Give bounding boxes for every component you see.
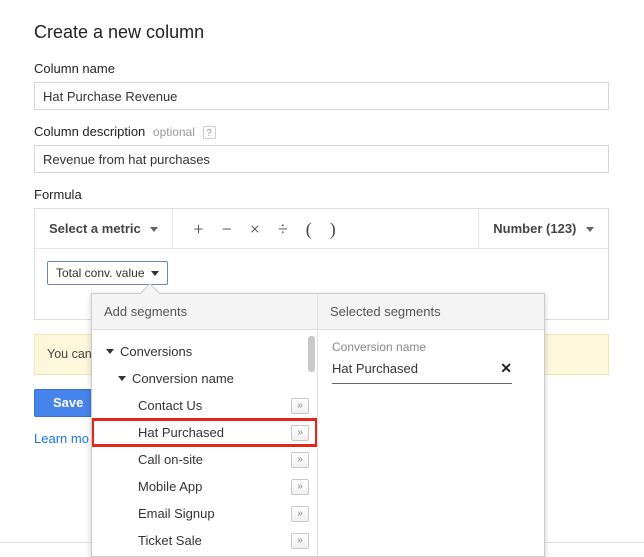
tree-group-label: Conversion name bbox=[132, 371, 234, 386]
caret-down-icon bbox=[151, 271, 159, 276]
expand-icon bbox=[118, 376, 126, 381]
op-times[interactable]: × bbox=[250, 220, 260, 238]
scrollbar[interactable] bbox=[308, 336, 315, 372]
formula-box: Select a metric + − × ÷ ( ) Number (123) bbox=[34, 208, 609, 320]
tree-root-label: Conversions bbox=[120, 344, 192, 359]
column-desc-label: Column description optional ? bbox=[34, 124, 612, 139]
add-segment-button[interactable]: » bbox=[291, 506, 309, 522]
column-name-input[interactable] bbox=[34, 82, 609, 110]
page-title: Create a new column bbox=[34, 22, 612, 43]
formula-body[interactable]: Total conv. value Add segments Conversio… bbox=[35, 249, 608, 319]
formula-label: Formula bbox=[34, 187, 612, 202]
column-desc-label-text: Column description bbox=[34, 124, 145, 139]
op-lparen[interactable]: ( bbox=[306, 220, 312, 238]
caret-down-icon bbox=[586, 227, 594, 232]
op-rparen[interactable]: ) bbox=[330, 220, 336, 238]
column-desc-input[interactable] bbox=[34, 145, 609, 173]
tree-item-label: Hat Purchased bbox=[138, 425, 224, 440]
add-segment-button[interactable]: » bbox=[291, 533, 309, 549]
add-segments-header: Add segments bbox=[92, 294, 317, 330]
add-segment-button[interactable]: » bbox=[291, 479, 309, 495]
expand-icon bbox=[106, 349, 114, 354]
segments-popover: Add segments Conversions Conversion name… bbox=[91, 293, 545, 557]
tree-item-mobile-app[interactable]: Mobile App » bbox=[92, 473, 317, 500]
tree-item-email-signup[interactable]: Email Signup » bbox=[92, 500, 317, 527]
column-name-label: Column name bbox=[34, 61, 612, 76]
tree-item-label: Contact Us bbox=[138, 398, 202, 413]
selected-label: Conversion name bbox=[332, 340, 530, 354]
segments-tree: Conversions Conversion name Contact Us »… bbox=[92, 330, 317, 556]
select-metric-label: Select a metric bbox=[49, 221, 141, 236]
op-divide[interactable]: ÷ bbox=[278, 220, 288, 238]
tree-item-contact-us[interactable]: Contact Us » bbox=[92, 392, 317, 419]
tree-root-conversions[interactable]: Conversions bbox=[92, 338, 317, 365]
metric-chip[interactable]: Total conv. value bbox=[47, 261, 168, 285]
metric-chip-label: Total conv. value bbox=[56, 266, 145, 280]
help-icon[interactable]: ? bbox=[203, 126, 216, 139]
tree-group-conversion-name[interactable]: Conversion name bbox=[92, 365, 317, 392]
format-dropdown[interactable]: Number (123) bbox=[493, 221, 594, 236]
add-segment-button[interactable]: » bbox=[291, 398, 309, 414]
tree-item-ticket-sale[interactable]: Ticket Sale » bbox=[92, 527, 317, 554]
select-metric-dropdown[interactable]: Select a metric bbox=[49, 221, 158, 236]
tree-item-label: Mobile App bbox=[138, 479, 202, 494]
tree-item-hat-purchased[interactable]: Hat Purchased » bbox=[92, 419, 317, 446]
optional-text: optional bbox=[153, 125, 195, 139]
tree-item-label: Call on-site bbox=[138, 452, 203, 467]
remove-segment-button[interactable]: ✕ bbox=[500, 360, 512, 377]
tree-item-label: Ticket Sale bbox=[138, 533, 202, 548]
format-label: Number (123) bbox=[493, 221, 576, 236]
selected-segment-row: Hat Purchased ✕ bbox=[332, 356, 512, 384]
op-plus[interactable]: + bbox=[193, 220, 203, 238]
op-minus[interactable]: − bbox=[222, 220, 232, 238]
formula-toolbar: Select a metric + − × ÷ ( ) Number (123) bbox=[35, 209, 608, 249]
selected-segment-value: Hat Purchased bbox=[332, 361, 418, 376]
tree-item-label: Email Signup bbox=[138, 506, 215, 521]
tree-item-call-on-site[interactable]: Call on-site » bbox=[92, 446, 317, 473]
add-segment-button[interactable]: » bbox=[291, 425, 309, 441]
selected-segments-header: Selected segments bbox=[318, 294, 544, 330]
add-segment-button[interactable]: » bbox=[291, 452, 309, 468]
caret-down-icon bbox=[150, 227, 158, 232]
